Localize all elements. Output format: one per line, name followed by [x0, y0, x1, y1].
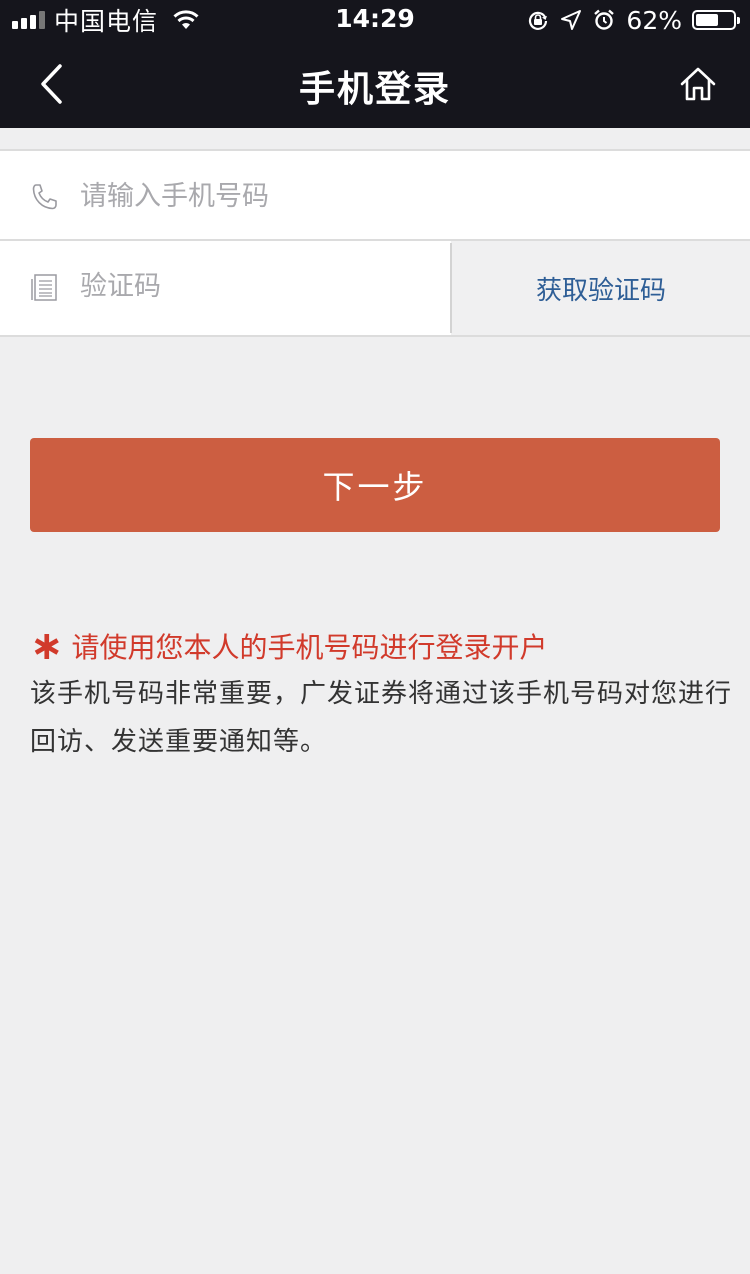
alarm-icon — [594, 9, 615, 30]
page-title: 手机登录 — [298, 69, 451, 110]
get-code-button[interactable]: 获取验证码 — [452, 241, 750, 335]
notice: ∗ 请使用您本人的手机号码进行登录开户 该手机号码非常重要，广发证券将通过该手机… — [30, 622, 745, 766]
status-bar: 中国电信 14:29 62% — [0, 0, 750, 40]
document-icon — [31, 274, 57, 301]
battery-icon — [692, 10, 740, 30]
code-row: 获取验证码 — [0, 241, 750, 337]
next-button[interactable]: 下一步 — [30, 438, 720, 532]
phone-icon — [32, 184, 57, 210]
asterisk-icon: ∗ — [30, 623, 64, 669]
phone-input[interactable] — [80, 171, 720, 221]
battery-fill — [696, 14, 719, 26]
rotation-lock-icon — [529, 11, 548, 30]
notice-title-row: ∗ 请使用您本人的手机号码进行登录开户 — [30, 622, 745, 670]
home-icon[interactable] — [674, 60, 722, 108]
battery-percent: 62% — [626, 5, 682, 35]
phone-row — [0, 149, 750, 241]
notice-title: 请使用您本人的手机号码进行登录开户 — [71, 631, 548, 664]
notice-body: 该手机号码非常重要，广发证券将通过该手机号码对您进行回访、发送重要通知等。 — [30, 679, 733, 757]
code-input[interactable] — [80, 261, 440, 311]
status-right: 62% — [526, 4, 740, 36]
code-field-container — [0, 241, 451, 335]
location-icon — [561, 10, 582, 30]
nav-bar: 手机登录 — [0, 40, 750, 128]
